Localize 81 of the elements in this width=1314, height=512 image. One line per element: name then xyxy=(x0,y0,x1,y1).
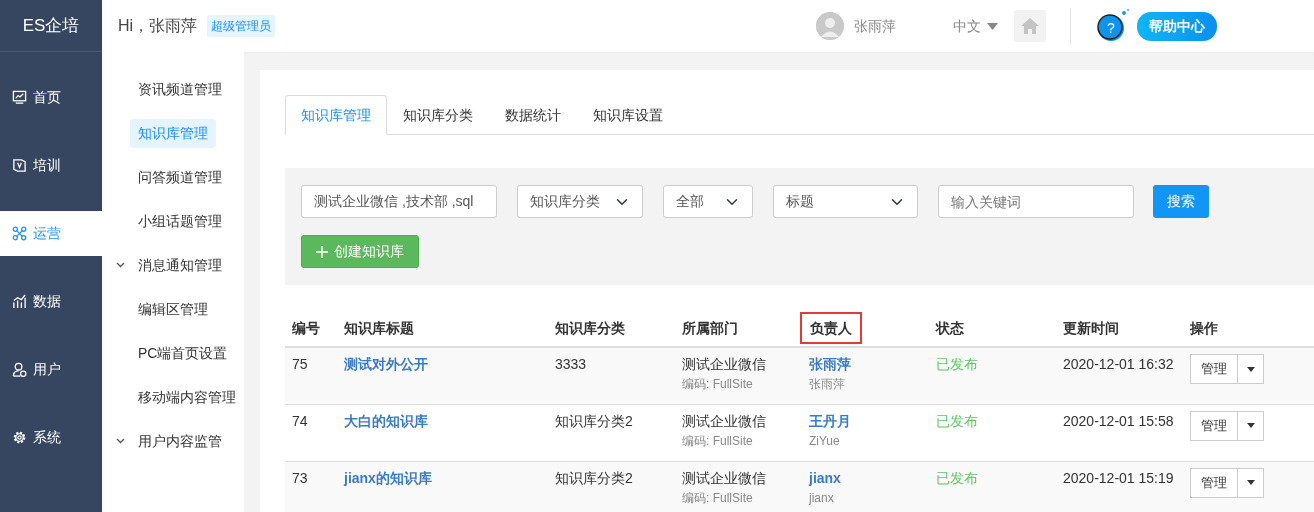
submenu-item[interactable]: 消息通知管理 xyxy=(130,250,230,280)
department-code: 编码: FullSite xyxy=(682,432,754,450)
submenu-item[interactable]: 编辑区管理 xyxy=(130,294,216,324)
caret-icon xyxy=(1246,480,1255,485)
status-text: 已发布 xyxy=(936,411,979,431)
user-name[interactable]: 张雨萍 xyxy=(854,15,896,37)
monitor-icon xyxy=(12,90,27,105)
chart-icon xyxy=(12,294,27,309)
dropdown-toggle[interactable] xyxy=(1238,467,1264,498)
submenu-item[interactable]: 小组话题管理 xyxy=(130,206,230,236)
department-text: 测试企业微信 xyxy=(682,355,767,374)
chevron-icon xyxy=(116,436,125,445)
department-text: 测试企业微信 xyxy=(682,411,767,431)
column-header: 知识库标题 xyxy=(344,319,414,336)
status-text: 已发布 xyxy=(936,355,979,374)
status-select[interactable]: 全部 xyxy=(663,185,753,218)
manage-button[interactable]: 管理 xyxy=(1190,354,1238,384)
field-select[interactable]: 标题 xyxy=(773,185,918,218)
tab[interactable]: 知识库分类 xyxy=(387,95,489,135)
manage-button[interactable]: 管理 xyxy=(1190,467,1238,498)
category-text: 3333 xyxy=(555,355,588,374)
user-icon xyxy=(12,362,27,377)
owner-link[interactable]: 张雨萍 xyxy=(809,356,851,372)
greeting: Hi，张雨萍 xyxy=(118,16,198,36)
row-number: 74 xyxy=(292,411,309,431)
manage-button[interactable]: 管理 xyxy=(1190,410,1238,441)
logo: ES企培 xyxy=(22,14,80,37)
column-header: 状态 xyxy=(936,319,964,336)
title-link[interactable]: 大白的知识库 xyxy=(344,412,428,429)
category-text: 知识库分类2 xyxy=(555,411,634,431)
nodes-icon xyxy=(12,226,27,241)
caret-icon xyxy=(1246,366,1255,372)
column-header: 负责人 xyxy=(800,311,862,344)
submenu-item[interactable]: 问答频道管理 xyxy=(130,162,230,192)
tab[interactable]: 数据统计 xyxy=(489,95,577,135)
sidebar-item[interactable]: 首页 xyxy=(0,75,102,120)
caret-icon xyxy=(987,22,998,30)
column-header: 知识库分类 xyxy=(555,319,625,336)
submenu-item[interactable]: 移动端内容管理 xyxy=(130,382,244,412)
updated-time: 2020-12-01 15:19 xyxy=(1063,468,1175,488)
owner-account: ZiYue xyxy=(809,432,841,450)
tab[interactable]: 知识库设置 xyxy=(577,95,679,135)
submenu-item[interactable]: 资讯频道管理 xyxy=(130,74,230,104)
owner-link[interactable]: jianx xyxy=(809,469,841,486)
category-select[interactable]: 知识库分类 xyxy=(517,185,643,218)
owner-account: jianx xyxy=(809,489,835,507)
plus-icon xyxy=(316,245,328,258)
updated-time: 2020-12-01 16:32 xyxy=(1063,355,1175,374)
department-field[interactable]: 测试企业微信 ,技术部 ,sql xyxy=(301,185,497,218)
owner-link[interactable]: 王丹月 xyxy=(809,412,851,429)
updated-time: 2020-12-01 15:58 xyxy=(1063,411,1175,431)
owner-account: 张雨萍 xyxy=(809,376,846,393)
home-icon xyxy=(1020,17,1040,35)
title-link[interactable]: 测试对外公开 xyxy=(344,356,428,372)
chevron-icon xyxy=(116,260,125,269)
submenu-item[interactable]: 用户内容监管 xyxy=(130,426,230,456)
column-header: 更新时间 xyxy=(1063,319,1119,336)
gear-icon xyxy=(12,430,27,445)
column-header: 操作 xyxy=(1190,319,1218,336)
keyword-field[interactable]: 输入关键词 xyxy=(938,185,1134,218)
dropdown-toggle[interactable] xyxy=(1238,354,1264,384)
column-header: 所属部门 xyxy=(682,319,738,336)
caret-icon xyxy=(1246,423,1255,428)
department-code: 编码: FullSite xyxy=(682,376,754,393)
book-icon xyxy=(12,158,27,173)
column-header: 编号 xyxy=(292,319,320,336)
sidebar-item[interactable]: 用户 xyxy=(0,347,102,392)
sidebar-item[interactable]: 培训 xyxy=(0,143,102,188)
sidebar-item[interactable]: 数据 xyxy=(0,279,102,324)
language-dropdown[interactable]: 中文 xyxy=(953,15,998,37)
sidebar-item[interactable]: 系统 xyxy=(0,415,102,460)
submenu-item[interactable]: PC端首页设置 xyxy=(130,338,236,368)
status-text: 已发布 xyxy=(936,468,979,488)
department-code: 编码: FullSite xyxy=(682,489,754,507)
row-number: 75 xyxy=(292,355,309,374)
dropdown-toggle[interactable] xyxy=(1238,410,1264,441)
row-number: 73 xyxy=(292,468,309,488)
title-link[interactable]: jianx的知识库 xyxy=(344,469,432,486)
department-text: 测试企业微信 xyxy=(682,468,767,488)
role-badge: 超级管理员 xyxy=(207,15,276,37)
category-text: 知识库分类2 xyxy=(555,468,634,488)
